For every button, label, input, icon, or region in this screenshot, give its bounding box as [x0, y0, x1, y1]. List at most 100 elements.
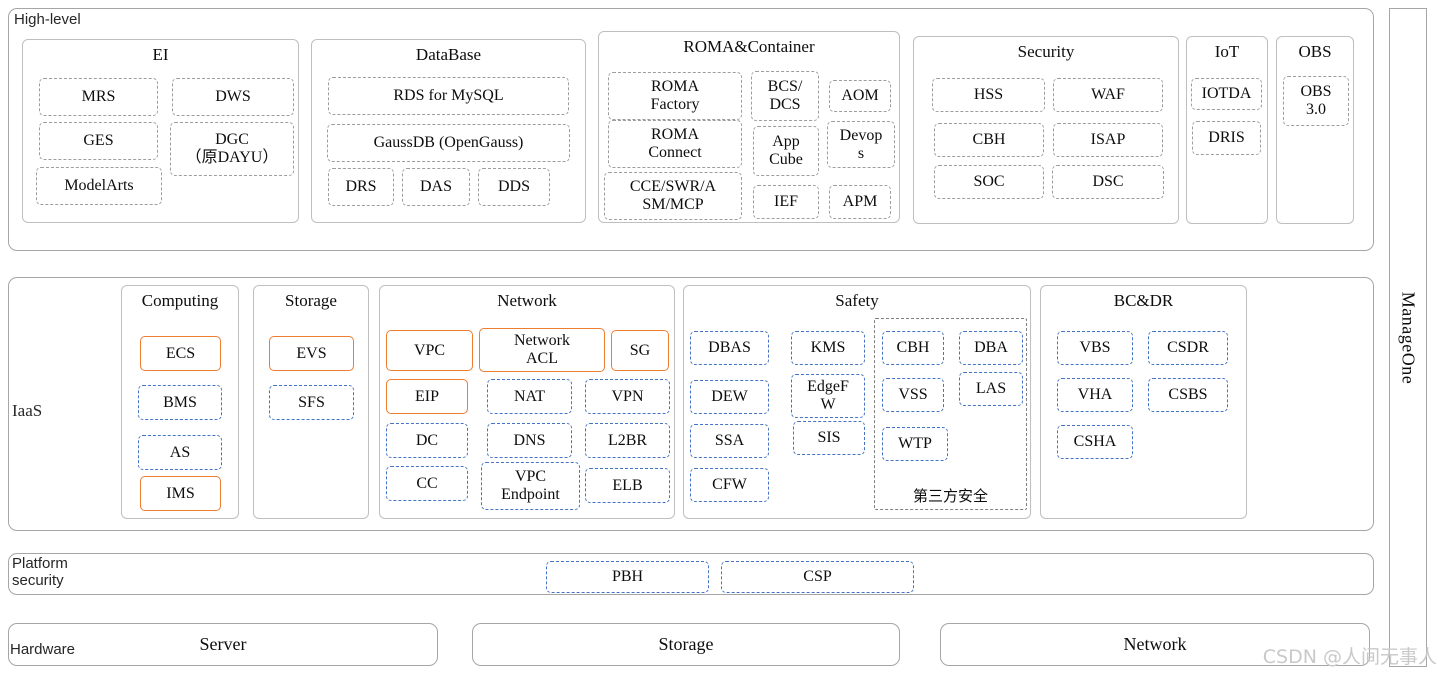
service-chip-devops-line2: s — [857, 144, 865, 162]
service-chip-bms[interactable]: BMS — [138, 385, 222, 420]
service-chip-obs-3-line2: 3.0 — [1306, 101, 1326, 118]
service-chip-bcs-dcs-line1: BCS/ — [767, 78, 803, 95]
service-chip-aom[interactable]: AOM — [829, 80, 891, 112]
service-chip-cce-swr-asm-mcp[interactable]: CCE/SWR/A SM/MCP — [604, 172, 742, 220]
service-chip-cce-line2: SM/MCP — [642, 196, 704, 213]
service-chip-apm[interactable]: APM — [829, 185, 891, 219]
manageone-label: ManageOne — [1398, 291, 1419, 384]
service-chip-ges[interactable]: GES — [39, 122, 158, 160]
service-chip-ims[interactable]: IMS — [140, 476, 221, 511]
service-chip-drs[interactable]: DRS — [328, 168, 394, 206]
service-chip-dew[interactable]: DEW — [690, 380, 769, 414]
service-chip-csdr[interactable]: CSDR — [1148, 331, 1228, 365]
service-chip-ief[interactable]: IEF — [753, 185, 819, 219]
service-chip-roma-factory[interactable]: ROMA Factory — [608, 72, 742, 120]
service-chip-soc[interactable]: SOC — [934, 165, 1044, 199]
service-chip-las[interactable]: LAS — [959, 372, 1023, 406]
service-chip-csha[interactable]: CSHA — [1057, 425, 1133, 459]
group-title-roma-container: ROMA&Container — [683, 37, 815, 56]
service-chip-vha[interactable]: VHA — [1057, 378, 1133, 412]
group-title-obs: OBS — [1298, 42, 1332, 61]
service-chip-pbh[interactable]: PBH — [546, 561, 709, 593]
service-chip-devops[interactable]: Devop s — [827, 121, 895, 168]
group-panel-obs: OBS — [1276, 36, 1354, 224]
group-title-network: Network — [497, 291, 557, 310]
service-chip-network-acl-line2: ACL — [526, 350, 558, 367]
service-chip-dds[interactable]: DDS — [478, 168, 550, 206]
service-chip-wtp[interactable]: WTP — [882, 427, 948, 461]
service-chip-dbas[interactable]: DBAS — [690, 331, 769, 365]
service-chip-dris[interactable]: DRIS — [1192, 121, 1261, 155]
service-chip-dns[interactable]: DNS — [487, 423, 572, 458]
service-chip-vpc-endpoint-line1: VPC — [514, 468, 547, 485]
service-chip-cbh-security[interactable]: CBH — [934, 123, 1044, 157]
service-chip-nat[interactable]: NAT — [487, 379, 572, 414]
service-chip-vpc-endpoint[interactable]: VPC Endpoint — [481, 462, 580, 510]
manageone-rail: ManageOne — [1389, 8, 1427, 667]
high-level-label: High-level — [14, 11, 81, 28]
service-chip-roma-connect-line1: ROMA — [650, 126, 699, 143]
platform-security-label-line2: security — [12, 572, 64, 589]
service-chip-sis[interactable]: SIS — [793, 421, 865, 455]
platform-security-label-line1: Platform — [12, 555, 68, 572]
group-title-ei: EI — [152, 45, 169, 64]
service-chip-obs-3-line1: OBS — [1300, 83, 1332, 100]
service-chip-vpn[interactable]: VPN — [585, 379, 670, 414]
group-title-bcdr: BC&DR — [1113, 291, 1174, 310]
service-chip-app-cube-line1: App — [772, 133, 800, 150]
service-chip-dsc[interactable]: DSC — [1052, 165, 1164, 199]
service-chip-iotda[interactable]: IOTDA — [1191, 78, 1262, 110]
service-chip-dc[interactable]: DC — [386, 423, 468, 458]
service-chip-sfs[interactable]: SFS — [269, 385, 354, 420]
service-chip-as[interactable]: AS — [138, 435, 222, 470]
service-chip-edgefw-line2: W — [820, 396, 836, 413]
hardware-box-network[interactable]: Network — [940, 623, 1370, 666]
service-chip-roma-factory-line1: ROMA — [650, 78, 699, 95]
service-chip-roma-connect[interactable]: ROMA Connect — [608, 120, 742, 168]
service-chip-roma-connect-line2: Connect — [648, 144, 702, 161]
service-chip-edgefw[interactable]: EdgeF W — [791, 374, 865, 418]
service-chip-cbh-safety[interactable]: CBH — [882, 331, 944, 365]
service-chip-app-cube-line2: Cube — [769, 151, 803, 168]
service-chip-modelarts[interactable]: ModelArts — [36, 167, 162, 205]
service-chip-vbs[interactable]: VBS — [1057, 331, 1133, 365]
service-chip-l2br[interactable]: L2BR — [585, 423, 670, 458]
service-chip-cc[interactable]: CC — [386, 466, 468, 501]
service-chip-csbs[interactable]: CSBS — [1148, 378, 1228, 412]
service-chip-dgc-line2: （原DAYU） — [185, 149, 279, 166]
service-chip-vpc[interactable]: VPC — [386, 330, 473, 371]
service-chip-ecs[interactable]: ECS — [140, 336, 221, 371]
service-chip-bcs-dcs[interactable]: BCS/ DCS — [751, 71, 819, 121]
service-chip-waf[interactable]: WAF — [1053, 78, 1163, 112]
service-chip-gaussdb[interactable]: GaussDB (OpenGauss) — [327, 124, 570, 162]
service-chip-isap[interactable]: ISAP — [1053, 123, 1163, 157]
service-chip-rds-for-mysql[interactable]: RDS for MySQL — [328, 77, 569, 115]
hardware-box-storage[interactable]: Storage — [472, 623, 900, 666]
platform-security-label: Platform security — [12, 555, 68, 589]
service-chip-obs-3[interactable]: OBS 3.0 — [1283, 76, 1349, 126]
service-chip-network-acl-line1: Network — [514, 332, 570, 349]
service-chip-dws[interactable]: DWS — [172, 78, 294, 116]
service-chip-network-acl[interactable]: Network ACL — [479, 328, 605, 372]
service-chip-kms[interactable]: KMS — [791, 331, 865, 365]
service-chip-cfw[interactable]: CFW — [690, 468, 769, 502]
service-chip-vss[interactable]: VSS — [882, 378, 944, 412]
service-chip-app-cube[interactable]: App Cube — [753, 126, 819, 176]
service-chip-sg[interactable]: SG — [611, 330, 669, 371]
service-chip-roma-factory-line2: Factory — [650, 96, 700, 113]
service-chip-mrs[interactable]: MRS — [39, 78, 158, 116]
third-party-security-caption: 第三方安全 — [912, 487, 988, 505]
service-chip-ssa[interactable]: SSA — [690, 424, 769, 458]
service-chip-elb[interactable]: ELB — [585, 468, 670, 503]
service-chip-hss[interactable]: HSS — [932, 78, 1045, 112]
service-chip-dgc[interactable]: DGC （原DAYU） — [170, 122, 294, 176]
service-chip-das[interactable]: DAS — [402, 168, 470, 206]
service-chip-dba[interactable]: DBA — [959, 331, 1023, 365]
service-chip-csp[interactable]: CSP — [721, 561, 914, 593]
group-title-storage: Storage — [285, 291, 337, 310]
service-chip-vpc-endpoint-line2: Endpoint — [501, 486, 560, 503]
service-chip-eip[interactable]: EIP — [386, 379, 468, 414]
group-title-safety: Safety — [835, 291, 879, 310]
group-title-iot: IoT — [1214, 42, 1240, 61]
service-chip-evs[interactable]: EVS — [269, 336, 354, 371]
